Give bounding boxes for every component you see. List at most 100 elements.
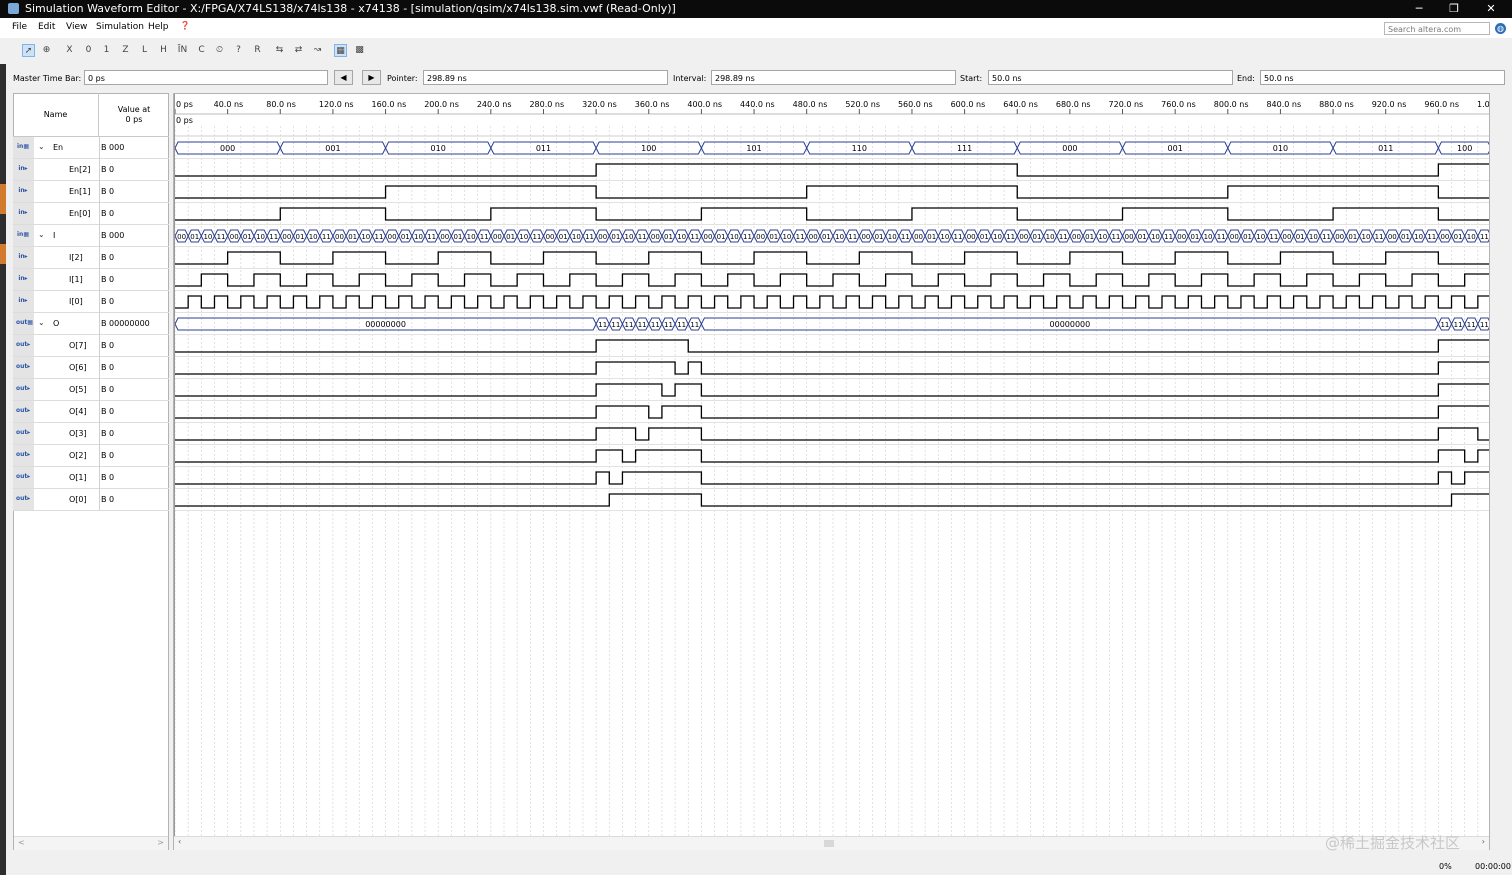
waveform-scrollbar[interactable]: ‹ › (174, 836, 1489, 850)
snap-grid-icon[interactable]: ⇆ (273, 44, 286, 57)
i-bus-label: 10 (888, 233, 897, 241)
signal-name: En[2] (69, 165, 91, 174)
signal-row-en0[interactable]: in▸ En[0] B 0 (13, 203, 169, 225)
i-bus-label: 10 (625, 233, 634, 241)
en-bus-label: 100 (1457, 144, 1472, 153)
i-bus-label: 10 (835, 233, 844, 241)
grid-settings-icon[interactable]: ⇄ (292, 44, 305, 57)
time-tick-label: 560.0 ns (898, 100, 933, 109)
menu-simulation[interactable]: Simulation (96, 22, 144, 32)
signal-row-i1[interactable]: in▸ I[1] B 0 (13, 269, 169, 291)
time-tick-label: 720.0 ns (1109, 100, 1144, 109)
i-bus-label: 10 (940, 233, 949, 241)
next-transition-button[interactable]: ▶ (362, 70, 381, 85)
signal-value: B 0 (101, 297, 115, 306)
i-bus-label: 01 (611, 233, 620, 241)
signal-row-o[interactable]: out▦ ⌄ O B 00000000 (13, 313, 169, 335)
en-bus-label: 100 (641, 144, 656, 153)
i-bus-label: 00 (1335, 233, 1344, 241)
help-icon[interactable]: ❓ (180, 21, 190, 30)
i-bus-label: 11 (1059, 233, 1068, 241)
signal-value: B 0 (101, 275, 115, 284)
close-button[interactable]: ✕ (1476, 1, 1506, 17)
elapsed-time: 00:00:00 (1475, 862, 1511, 871)
group-icon[interactable]: ▩ (353, 44, 366, 57)
overwrite-icon[interactable]: ↝ (311, 44, 324, 57)
minimize-button[interactable]: ─ (1404, 1, 1434, 17)
output-pin-icon: out▸ (16, 385, 31, 392)
output-pin-icon: out▸ (16, 341, 31, 348)
signal-row-o0[interactable]: out▸ O[0] B 0 (13, 489, 169, 511)
signal-name: En[0] (69, 209, 91, 218)
zoom-tool-icon[interactable]: ⊕ (40, 44, 53, 57)
waveform-canvas[interactable]: 0 ps 40.0 ns 80.0 ns 120.0 ns 160.0 ns 200.0 … (174, 94, 1489, 836)
invert-icon[interactable]: ĪN (176, 44, 189, 57)
expand-chevron-icon[interactable]: ⌄ (38, 230, 45, 239)
weak-low-icon[interactable]: L (138, 44, 151, 57)
i-bus-label: 11 (901, 233, 910, 241)
signal-name: O[7] (69, 341, 87, 350)
prev-transition-button[interactable]: ◀ (334, 70, 353, 85)
signal-row-o1[interactable]: out▸ O[1] B 0 (13, 467, 169, 489)
insert-icon[interactable]: ▦ (334, 44, 347, 57)
i-bus-label: 11 (1111, 233, 1120, 241)
o-bus-label: 11 (625, 321, 634, 329)
scrollbar-thumb[interactable] (824, 840, 834, 847)
signal-row-i2[interactable]: in▸ I[2] B 0 (13, 247, 169, 269)
arbitrary-value-icon[interactable]: ? (232, 44, 245, 57)
i-bus-label: 00 (1019, 233, 1028, 241)
time-tick-label: 40.0 ns (214, 100, 244, 109)
signal-row-en2[interactable]: in▸ En[2] B 0 (13, 159, 169, 181)
forcing-high-icon[interactable]: 1 (100, 44, 113, 57)
signal-row-en1[interactable]: in▸ En[1] B 0 (13, 181, 169, 203)
o-bus-label: 11 (690, 321, 699, 329)
master-marker-label: 0 ps (176, 116, 193, 125)
clock-icon[interactable]: ⏲ (213, 44, 226, 57)
master-time-bar-field[interactable]: 0 ps (84, 70, 328, 85)
random-value-icon[interactable]: R (251, 44, 264, 57)
progress-status: 0% (1439, 862, 1452, 871)
signal-name: En (53, 143, 64, 152)
menu-edit[interactable]: Edit (38, 22, 55, 32)
forcing-low-icon[interactable]: 0 (82, 44, 95, 57)
output-pin-icon: out▸ (16, 451, 31, 458)
high-impedance-icon[interactable]: Z (119, 44, 132, 57)
signal-value: B 0 (101, 209, 115, 218)
name-column-header[interactable]: Name (13, 93, 99, 137)
expand-chevron-icon[interactable]: ⌄ (38, 142, 45, 151)
signal-name: O[5] (69, 385, 87, 394)
expand-chevron-icon[interactable]: ⌄ (38, 318, 45, 327)
en-bus-label: 011 (536, 144, 551, 153)
signal-row-i[interactable]: in▦ ⌄ I B 000 (13, 225, 169, 247)
menu-help[interactable]: Help (148, 22, 169, 32)
count-value-icon[interactable]: C (195, 44, 208, 57)
signal-row-o5[interactable]: out▸ O[5] B 0 (13, 379, 169, 401)
start-field: 50.0 ns (988, 70, 1233, 85)
signal-row-en[interactable]: in▦ ⌄ En B 000 (13, 137, 169, 159)
signal-list-scrollbar[interactable]: < > (14, 836, 168, 850)
search-input[interactable]: Search altera.com (1384, 22, 1490, 35)
select-tool-icon[interactable]: ➚ (22, 44, 35, 57)
menu-view[interactable]: View (66, 22, 87, 32)
weak-high-icon[interactable]: H (157, 44, 170, 57)
signal-row-i0[interactable]: in▸ I[0] B 0 (13, 291, 169, 313)
signal-row-o4[interactable]: out▸ O[4] B 0 (13, 401, 169, 423)
globe-icon[interactable]: ◍ (1495, 23, 1506, 34)
o-bus-label: 11 (1454, 321, 1463, 329)
time-tick-label: 880.0 ns (1319, 100, 1354, 109)
i-bus-label: 00 (809, 233, 818, 241)
signal-row-o2[interactable]: out▸ O[2] B 0 (13, 445, 169, 467)
signal-row-o6[interactable]: out▸ O[6] B 0 (13, 357, 169, 379)
i-bus-label: 11 (1480, 233, 1489, 241)
menu-file[interactable]: File (12, 22, 27, 32)
i-bus-label: 01 (1348, 233, 1357, 241)
i-bus-label: 11 (532, 233, 541, 241)
signal-row-o7[interactable]: out▸ O[7] B 0 (13, 335, 169, 357)
input-pin-icon: in▸ (18, 165, 28, 172)
signal-row-o3[interactable]: out▸ O[3] B 0 (13, 423, 169, 445)
i-bus-label: 00 (230, 233, 239, 241)
restore-button[interactable]: ❐ (1439, 1, 1469, 17)
signal-name: O[6] (69, 363, 87, 372)
value-column-header[interactable]: Value at 0 ps (99, 93, 169, 137)
forcing-unknown-icon[interactable]: X (63, 44, 76, 57)
